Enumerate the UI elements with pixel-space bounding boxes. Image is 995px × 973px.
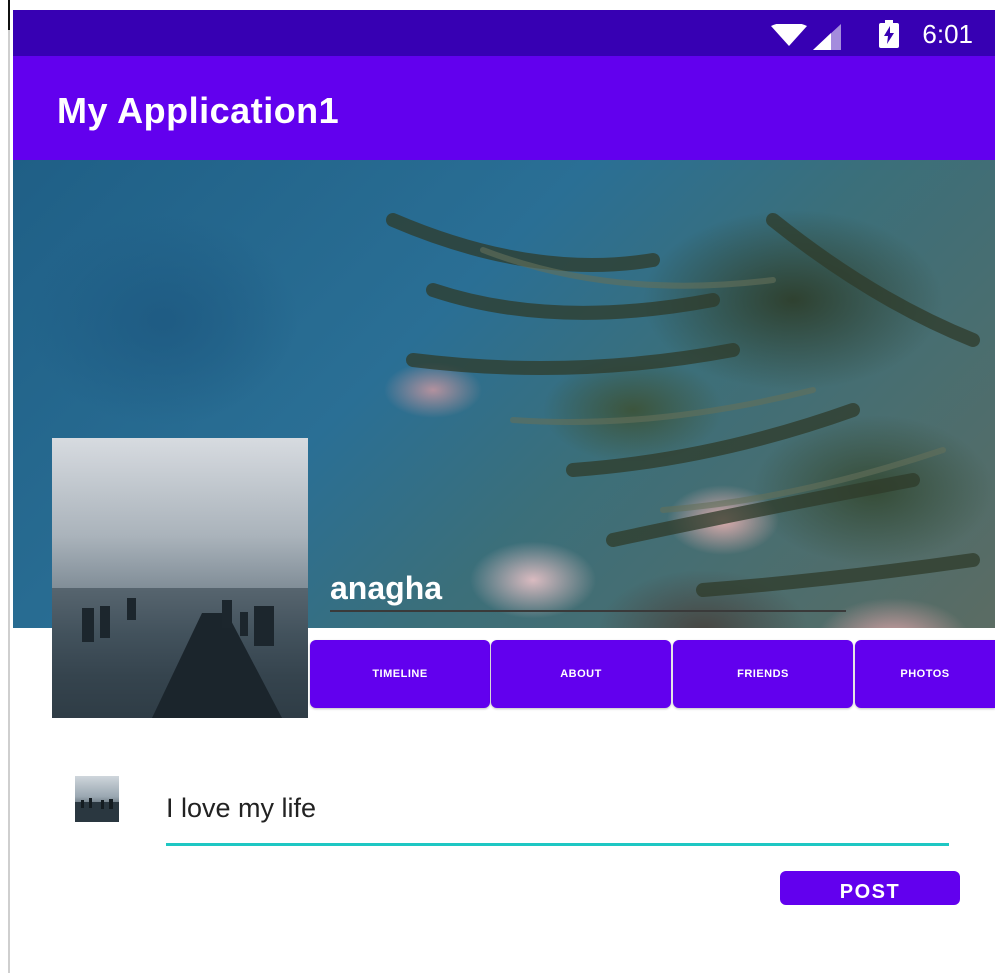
profile-name-divider <box>330 610 846 612</box>
post-avatar-image <box>75 798 119 822</box>
profile-name: anagha <box>330 570 443 606</box>
tab-photos[interactable]: PHOTOS <box>855 640 995 708</box>
post-button[interactable]: POST <box>780 871 960 905</box>
tab-friends[interactable]: FRIENDS <box>673 640 853 708</box>
status-bar: 6:01 <box>13 10 995 56</box>
signal-icon <box>813 24 841 50</box>
profile-photo-image <box>52 588 308 718</box>
tab-timeline[interactable]: TIMELINE <box>310 640 490 708</box>
post-avatar <box>75 776 119 822</box>
battery-charging-icon <box>879 20 899 48</box>
tab-about[interactable]: ABOUT <box>491 640 671 708</box>
wifi-icon <box>771 24 807 46</box>
status-time: 6:01 <box>922 19 973 49</box>
window-edge <box>8 0 10 973</box>
post-input-underline <box>166 843 949 846</box>
post-input[interactable] <box>166 778 948 838</box>
app-bar: My Application1 <box>13 56 995 160</box>
profile-photo[interactable] <box>52 438 308 718</box>
app-title: My Application1 <box>57 90 340 131</box>
